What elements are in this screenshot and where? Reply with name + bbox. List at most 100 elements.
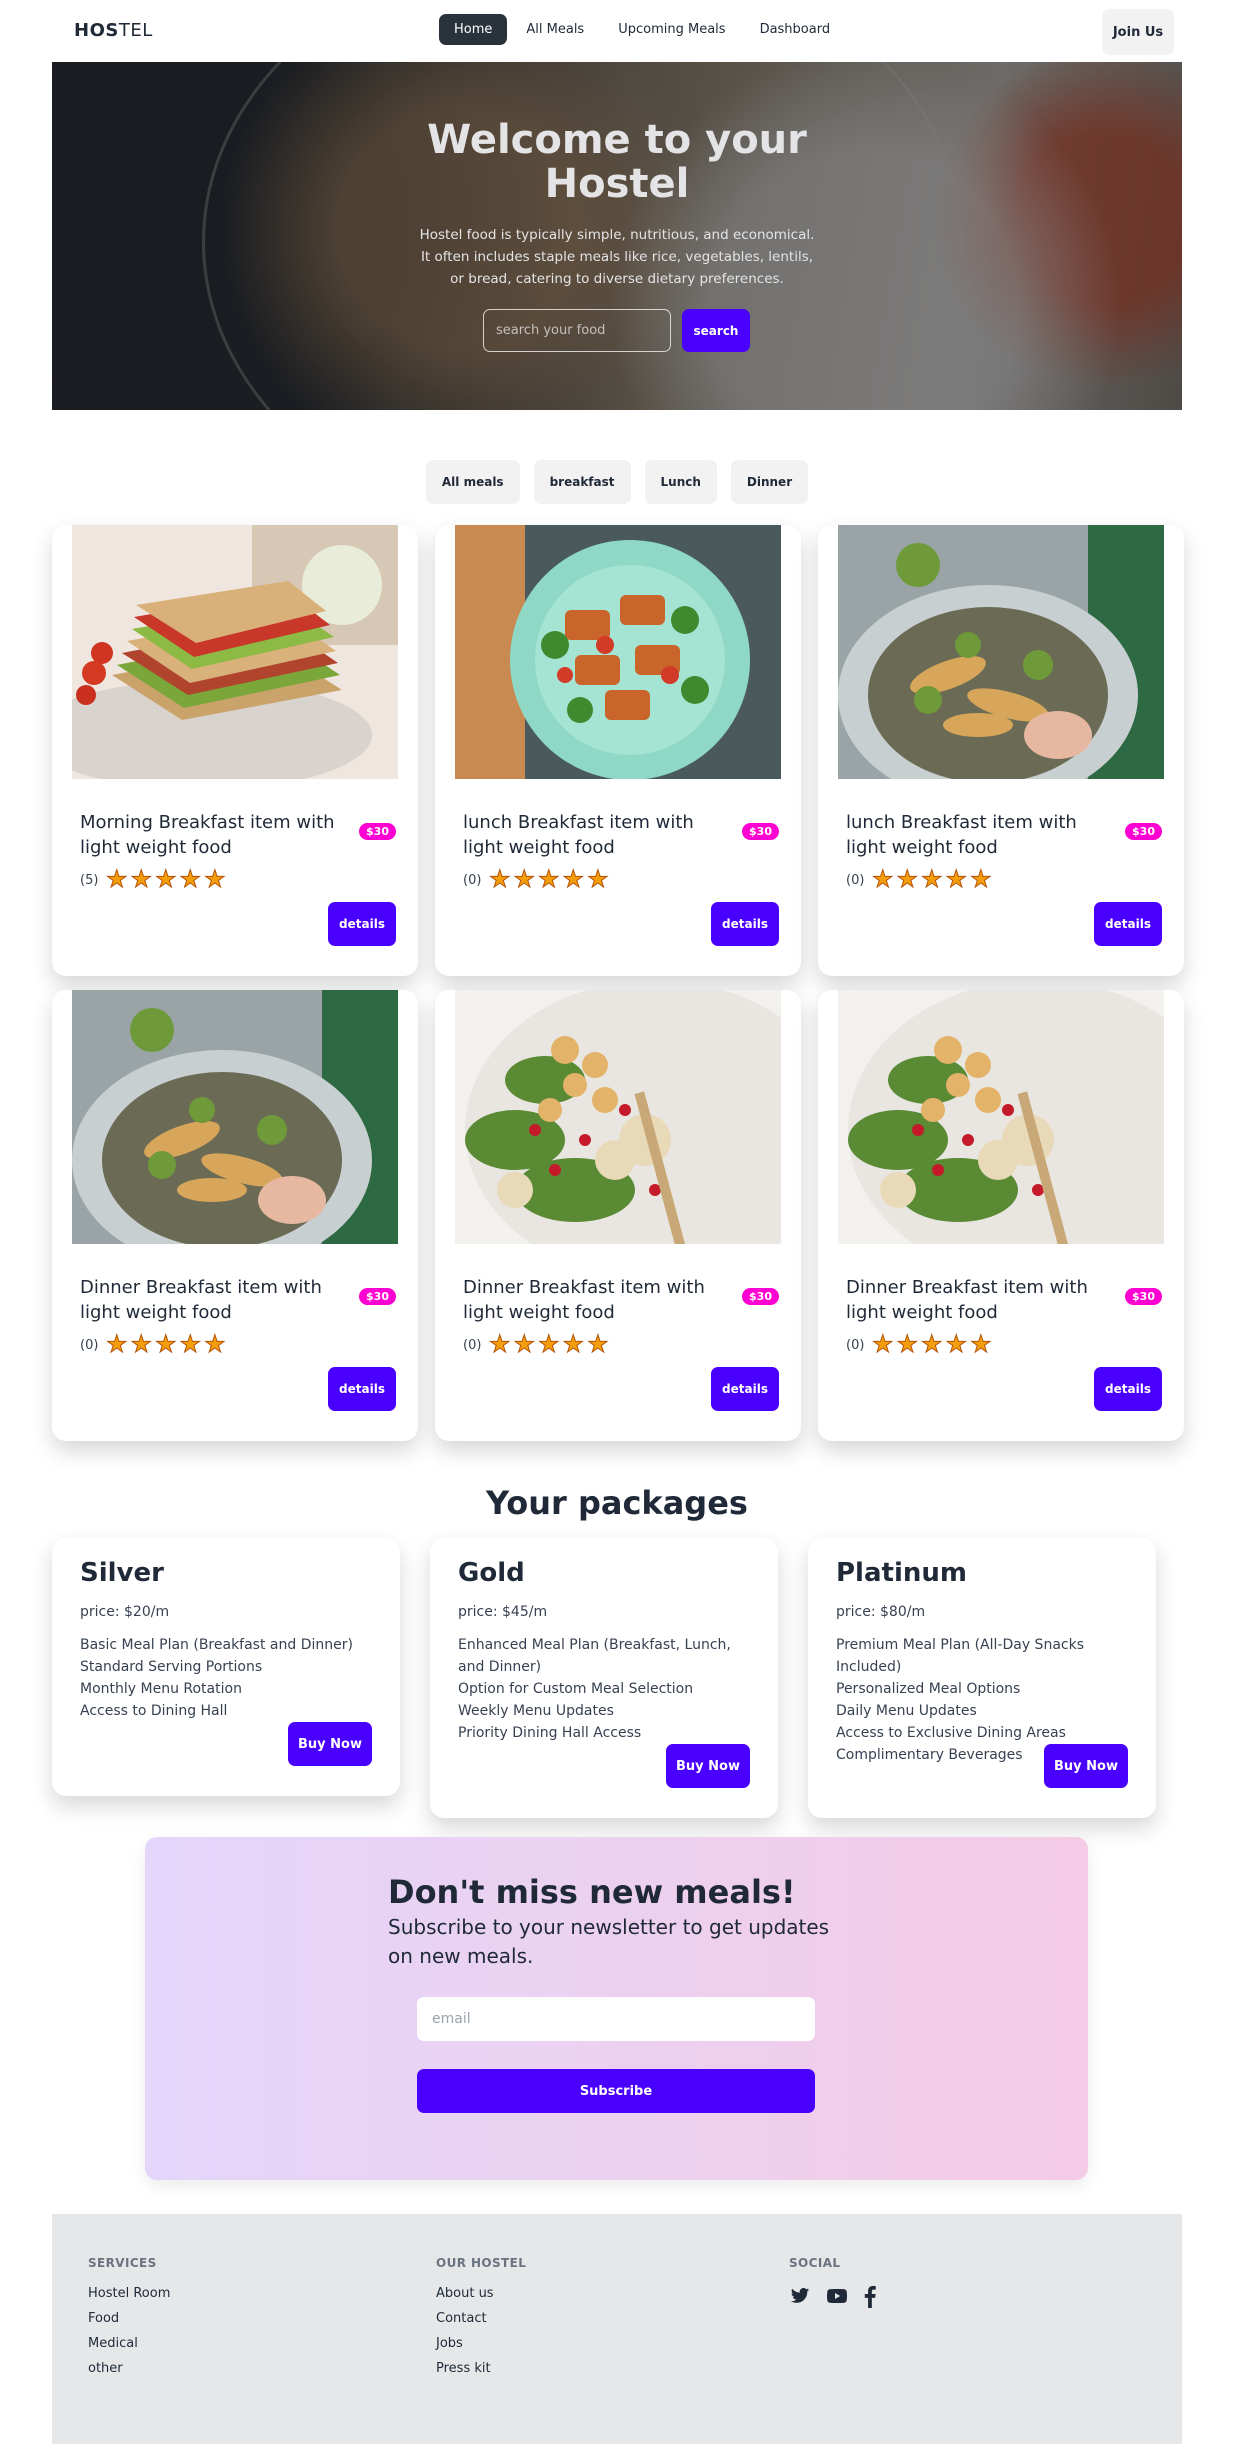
newsletter-section: Don't miss new meals! Subscribe to your … <box>145 1837 1088 2180</box>
meal-image[interactable] <box>72 990 398 1244</box>
footer-link-hostel-room[interactable]: Hostel Room <box>88 2286 170 2301</box>
meal-title: Dinner Breakfast item with light weight … <box>80 1277 322 1323</box>
footer-link-food[interactable]: Food <box>88 2311 170 2326</box>
package-feature: Basic Meal Plan (Breakfast and Dinner) <box>80 1637 353 1653</box>
star-icon[interactable]: ★ <box>896 867 918 892</box>
footer-link-other[interactable]: other <box>88 2361 170 2376</box>
footer-link-about-us[interactable]: About us <box>436 2286 526 2301</box>
search-input[interactable] <box>483 309 671 352</box>
star-rating[interactable]: ★ ★ ★ ★ ★ <box>489 1332 610 1357</box>
meal-image[interactable] <box>838 525 1164 779</box>
star-icon[interactable]: ★ <box>130 1332 152 1357</box>
footer-our-hostel: OUR HOSTEL About us Contact Jobs Press k… <box>436 2256 526 2386</box>
details-button[interactable]: details <box>711 1367 779 1411</box>
meal-image[interactable] <box>838 990 1164 1244</box>
star-icon[interactable]: ★ <box>587 1332 609 1357</box>
star-icon[interactable]: ★ <box>204 1332 226 1357</box>
star-icon[interactable]: ★ <box>921 1332 943 1357</box>
star-icon[interactable]: ★ <box>179 1332 201 1357</box>
facebook-icon[interactable] <box>863 2286 877 2308</box>
meal-title: Dinner Breakfast item with light weight … <box>463 1277 705 1323</box>
nav-all-meals[interactable]: All Meals <box>511 14 599 45</box>
join-us-button[interactable]: Join Us <box>1102 9 1174 55</box>
meal-image[interactable] <box>455 525 781 779</box>
star-icon[interactable]: ★ <box>896 1332 918 1357</box>
meal-image[interactable] <box>455 990 781 1244</box>
star-rating[interactable]: ★ ★ ★ ★ ★ <box>106 1332 227 1357</box>
tab-dinner[interactable]: Dinner <box>730 460 809 504</box>
search-button[interactable]: search <box>682 309 750 352</box>
star-rating[interactable]: ★ ★ ★ ★ ★ <box>489 867 610 892</box>
star-icon[interactable]: ★ <box>179 867 201 892</box>
buy-now-button[interactable]: Buy Now <box>288 1722 372 1766</box>
nav-upcoming-meals[interactable]: Upcoming Meals <box>603 14 740 45</box>
star-icon[interactable]: ★ <box>562 1332 584 1357</box>
details-button[interactable]: details <box>711 902 779 946</box>
star-rating[interactable]: ★ ★ ★ ★ ★ <box>872 867 993 892</box>
star-icon[interactable]: ★ <box>106 867 128 892</box>
star-icon[interactable]: ★ <box>489 867 511 892</box>
meal-title: Dinner Breakfast item with light weight … <box>846 1277 1088 1323</box>
star-icon[interactable]: ★ <box>538 1332 560 1357</box>
details-button[interactable]: details <box>1094 1367 1162 1411</box>
footer-link-press-kit[interactable]: Press kit <box>436 2361 526 2376</box>
buy-now-button[interactable]: Buy Now <box>666 1744 750 1788</box>
package-feature: Premium Meal Plan (All-Day Snacks Includ… <box>836 1637 1084 1675</box>
meal-card: Dinner Breakfast item with light weight … <box>52 990 418 1441</box>
star-icon[interactable]: ★ <box>872 867 894 892</box>
star-icon[interactable]: ★ <box>155 1332 177 1357</box>
package-price: price: $80/m <box>836 1604 926 1620</box>
main-nav: Home All Meals Upcoming Meals Dashboard <box>439 14 845 45</box>
star-icon[interactable]: ★ <box>921 867 943 892</box>
price-badge: $30 <box>1125 823 1162 840</box>
star-icon[interactable]: ★ <box>130 867 152 892</box>
details-button[interactable]: details <box>1094 902 1162 946</box>
tab-all-meals[interactable]: All meals <box>425 460 520 504</box>
nav-home[interactable]: Home <box>439 14 508 45</box>
footer-link-medical[interactable]: Medical <box>88 2336 170 2351</box>
star-icon[interactable]: ★ <box>538 867 560 892</box>
subscribe-button[interactable]: Subscribe <box>417 2069 815 2113</box>
package-feature: Access to Exclusive Dining Areas <box>836 1725 1066 1741</box>
meal-image[interactable] <box>72 525 398 779</box>
star-icon[interactable]: ★ <box>513 1332 535 1357</box>
star-icon[interactable]: ★ <box>945 867 967 892</box>
star-icon[interactable]: ★ <box>970 1332 992 1357</box>
logo[interactable]: HOSTEL <box>74 20 153 41</box>
newsletter-title: Don't miss new meals! <box>388 1873 796 1911</box>
youtube-icon[interactable] <box>825 2286 849 2306</box>
star-icon[interactable]: ★ <box>872 1332 894 1357</box>
star-icon[interactable]: ★ <box>204 867 226 892</box>
star-rating[interactable]: ★ ★ ★ ★ ★ <box>872 1332 993 1357</box>
buy-now-button[interactable]: Buy Now <box>1044 1744 1128 1788</box>
star-icon[interactable]: ★ <box>970 867 992 892</box>
star-icon[interactable]: ★ <box>562 867 584 892</box>
star-icon[interactable]: ★ <box>945 1332 967 1357</box>
email-field[interactable] <box>417 1997 815 2041</box>
star-icon[interactable]: ★ <box>587 867 609 892</box>
star-rating[interactable]: ★ ★ ★ ★ ★ <box>106 867 227 892</box>
tab-lunch[interactable]: Lunch <box>644 460 717 504</box>
footer-heading-social: SOCIAL <box>789 2256 841 2270</box>
twitter-icon[interactable] <box>789 2286 811 2306</box>
footer-link-jobs[interactable]: Jobs <box>436 2336 526 2351</box>
footer-heading-our-hostel: OUR HOSTEL <box>436 2256 527 2270</box>
hero-banner: Welcome to your Hostel Hostel food is ty… <box>52 62 1182 410</box>
footer-link-contact[interactable]: Contact <box>436 2311 526 2326</box>
package-feature: Daily Menu Updates <box>836 1703 977 1719</box>
meal-filter-tabs: All meals breakfast Lunch Dinner <box>0 460 1234 504</box>
star-icon[interactable]: ★ <box>106 1332 128 1357</box>
star-icon[interactable]: ★ <box>155 867 177 892</box>
package-name: Gold <box>458 1558 525 1588</box>
star-icon[interactable]: ★ <box>513 867 535 892</box>
tab-breakfast[interactable]: breakfast <box>533 460 631 504</box>
meal-card: Morning Breakfast item with light weight… <box>52 525 418 976</box>
package-feature: Access to Dining Hall <box>80 1703 228 1719</box>
details-button[interactable]: details <box>328 1367 396 1411</box>
logo-rest: TEL <box>118 20 153 41</box>
nav-dashboard[interactable]: Dashboard <box>745 14 846 45</box>
star-icon[interactable]: ★ <box>489 1332 511 1357</box>
details-button[interactable]: details <box>328 902 396 946</box>
package-feature: Personalized Meal Options <box>836 1681 1021 1697</box>
package-name: Platinum <box>836 1558 967 1588</box>
